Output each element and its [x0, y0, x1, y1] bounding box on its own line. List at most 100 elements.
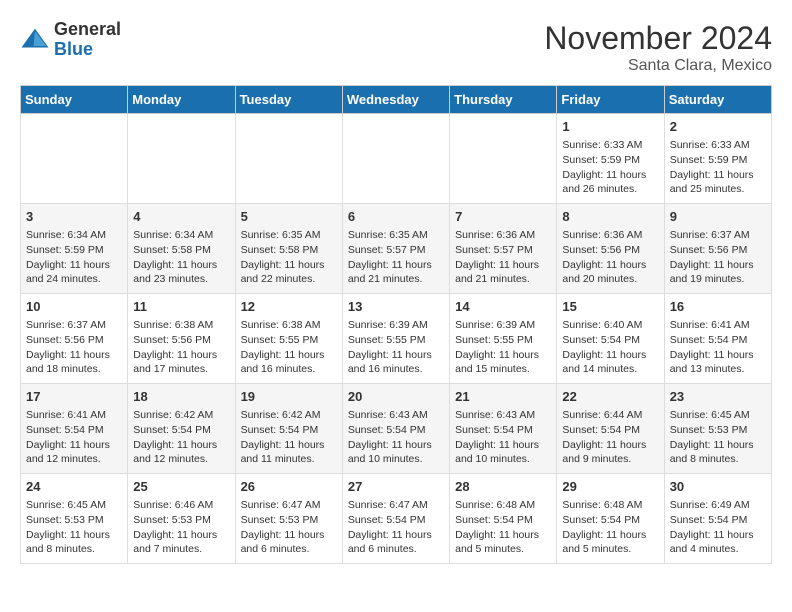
calendar-cell: 14Sunrise: 6:39 AMSunset: 5:55 PMDayligh…: [450, 294, 557, 384]
day-info: Sunrise: 6:46 AMSunset: 5:53 PMDaylight:…: [133, 499, 217, 555]
day-number: 8: [562, 208, 658, 226]
day-info: Sunrise: 6:44 AMSunset: 5:54 PMDaylight:…: [562, 409, 646, 465]
day-number: 9: [670, 208, 766, 226]
day-info: Sunrise: 6:37 AMSunset: 5:56 PMDaylight:…: [670, 229, 754, 285]
day-info: Sunrise: 6:43 AMSunset: 5:54 PMDaylight:…: [455, 409, 539, 465]
day-number: 1: [562, 118, 658, 136]
weekday-header-monday: Monday: [128, 86, 235, 114]
calendar-week-5: 24Sunrise: 6:45 AMSunset: 5:53 PMDayligh…: [21, 474, 772, 564]
calendar-week-2: 3 Sunrise: 6:34 AMSunset: 5:59 PMDaylight…: [21, 204, 772, 294]
calendar-cell: 9 Sunrise: 6:37 AMSunset: 5:56 PMDaylight…: [664, 204, 771, 294]
day-number: 26: [241, 478, 337, 496]
day-number: 10: [26, 298, 122, 316]
day-number: 19: [241, 388, 337, 406]
day-info: Sunrise: 6:34 AMSunset: 5:59 PMDaylight:…: [26, 229, 110, 285]
calendar-cell: 23 Sunrise: 6:45 AMSunset: 5:53 PMDayligh…: [664, 384, 771, 474]
title-block: November 2024 Santa Clara, Mexico: [544, 20, 772, 75]
day-number: 30: [670, 478, 766, 496]
day-info: Sunrise: 6:41 AMSunset: 5:54 PMDaylight:…: [670, 319, 754, 375]
day-info: Sunrise: 6:47 AMSunset: 5:53 PMDaylight:…: [241, 499, 325, 555]
day-info: Sunrise: 6:42 AMSunset: 5:54 PMDaylight:…: [241, 409, 325, 465]
day-info: Sunrise: 6:41 AMSunset: 5:54 PMDaylight:…: [26, 409, 110, 465]
calendar-cell: 4Sunrise: 6:34 AMSunset: 5:58 PMDaylight…: [128, 204, 235, 294]
calendar-cell: 19 Sunrise: 6:42 AMSunset: 5:54 PMDayligh…: [235, 384, 342, 474]
day-number: 18: [133, 388, 229, 406]
day-info: Sunrise: 6:48 AMSunset: 5:54 PMDaylight:…: [455, 499, 539, 555]
day-info: Sunrise: 6:37 AMSunset: 5:56 PMDaylight:…: [26, 319, 110, 375]
calendar-cell: [235, 114, 342, 204]
calendar-cell: 21 Sunrise: 6:43 AMSunset: 5:54 PMDayligh…: [450, 384, 557, 474]
day-info: Sunrise: 6:43 AMSunset: 5:54 PMDaylight:…: [348, 409, 432, 465]
day-number: 13: [348, 298, 444, 316]
calendar-cell: 29Sunrise: 6:48 AMSunset: 5:54 PMDayligh…: [557, 474, 664, 564]
weekday-header-saturday: Saturday: [664, 86, 771, 114]
day-info: Sunrise: 6:49 AMSunset: 5:54 PMDaylight:…: [670, 499, 754, 555]
day-number: 28: [455, 478, 551, 496]
calendar-cell: [21, 114, 128, 204]
calendar-header: SundayMondayTuesdayWednesdayThursdayFrid…: [21, 86, 772, 114]
calendar-cell: 7Sunrise: 6:36 AMSunset: 5:57 PMDaylight…: [450, 204, 557, 294]
day-info: Sunrise: 6:33 AMSunset: 5:59 PMDaylight:…: [562, 139, 646, 195]
day-number: 11: [133, 298, 229, 316]
day-info: Sunrise: 6:36 AMSunset: 5:56 PMDaylight:…: [562, 229, 646, 285]
calendar-cell: 11Sunrise: 6:38 AMSunset: 5:56 PMDayligh…: [128, 294, 235, 384]
calendar-table: SundayMondayTuesdayWednesdayThursdayFrid…: [20, 85, 772, 564]
day-info: Sunrise: 6:40 AMSunset: 5:54 PMDaylight:…: [562, 319, 646, 375]
calendar-cell: 15 Sunrise: 6:40 AMSunset: 5:54 PMDayligh…: [557, 294, 664, 384]
day-info: Sunrise: 6:47 AMSunset: 5:54 PMDaylight:…: [348, 499, 432, 555]
day-info: Sunrise: 6:35 AMSunset: 5:57 PMDaylight:…: [348, 229, 432, 285]
day-number: 12: [241, 298, 337, 316]
day-info: Sunrise: 6:42 AMSunset: 5:54 PMDaylight:…: [133, 409, 217, 465]
weekday-header-thursday: Thursday: [450, 86, 557, 114]
logo-blue-text: Blue: [54, 40, 121, 60]
day-number: 17: [26, 388, 122, 406]
calendar-cell: 8 Sunrise: 6:36 AMSunset: 5:56 PMDaylight…: [557, 204, 664, 294]
weekday-header-tuesday: Tuesday: [235, 86, 342, 114]
day-number: 3: [26, 208, 122, 226]
calendar-cell: 10 Sunrise: 6:37 AMSunset: 5:56 PMDayligh…: [21, 294, 128, 384]
calendar-cell: 5Sunrise: 6:35 AMSunset: 5:58 PMDaylight…: [235, 204, 342, 294]
day-number: 5: [241, 208, 337, 226]
day-number: 25: [133, 478, 229, 496]
day-number: 15: [562, 298, 658, 316]
day-info: Sunrise: 6:39 AMSunset: 5:55 PMDaylight:…: [348, 319, 432, 375]
logo-general-text: General: [54, 20, 121, 40]
weekday-header-sunday: Sunday: [21, 86, 128, 114]
weekday-header-row: SundayMondayTuesdayWednesdayThursdayFrid…: [21, 86, 772, 114]
calendar-cell: 18 Sunrise: 6:42 AMSunset: 5:54 PMDayligh…: [128, 384, 235, 474]
location-subtitle: Santa Clara, Mexico: [544, 57, 772, 75]
calendar-cell: 12Sunrise: 6:38 AMSunset: 5:55 PMDayligh…: [235, 294, 342, 384]
day-info: Sunrise: 6:45 AMSunset: 5:53 PMDaylight:…: [670, 409, 754, 465]
calendar-cell: 26 Sunrise: 6:47 AMSunset: 5:53 PMDayligh…: [235, 474, 342, 564]
calendar-week-1: 1 Sunrise: 6:33 AMSunset: 5:59 PMDaylight…: [21, 114, 772, 204]
day-info: Sunrise: 6:39 AMSunset: 5:55 PMDaylight:…: [455, 319, 539, 375]
day-number: 23: [670, 388, 766, 406]
calendar-cell: 22 Sunrise: 6:44 AMSunset: 5:54 PMDayligh…: [557, 384, 664, 474]
calendar-cell: 3 Sunrise: 6:34 AMSunset: 5:59 PMDaylight…: [21, 204, 128, 294]
logo-icon: [20, 25, 50, 55]
calendar-cell: [342, 114, 449, 204]
day-number: 21: [455, 388, 551, 406]
calendar-cell: 16Sunrise: 6:41 AMSunset: 5:54 PMDayligh…: [664, 294, 771, 384]
calendar-cell: 1 Sunrise: 6:33 AMSunset: 5:59 PMDaylight…: [557, 114, 664, 204]
day-number: 7: [455, 208, 551, 226]
page-header: General Blue November 2024 Santa Clara, …: [20, 20, 772, 75]
day-number: 22: [562, 388, 658, 406]
day-number: 24: [26, 478, 122, 496]
day-info: Sunrise: 6:33 AMSunset: 5:59 PMDaylight:…: [670, 139, 754, 195]
calendar-cell: 24Sunrise: 6:45 AMSunset: 5:53 PMDayligh…: [21, 474, 128, 564]
day-info: Sunrise: 6:48 AMSunset: 5:54 PMDaylight:…: [562, 499, 646, 555]
logo-text: General Blue: [54, 20, 121, 60]
calendar-cell: 17 Sunrise: 6:41 AMSunset: 5:54 PMDayligh…: [21, 384, 128, 474]
calendar-cell: [128, 114, 235, 204]
calendar-cell: 28 Sunrise: 6:48 AMSunset: 5:54 PMDayligh…: [450, 474, 557, 564]
calendar-cell: 6Sunrise: 6:35 AMSunset: 5:57 PMDaylight…: [342, 204, 449, 294]
calendar-cell: 30 Sunrise: 6:49 AMSunset: 5:54 PMDayligh…: [664, 474, 771, 564]
day-number: 20: [348, 388, 444, 406]
logo: General Blue: [20, 20, 121, 60]
day-number: 27: [348, 478, 444, 496]
month-title: November 2024: [544, 20, 772, 57]
day-info: Sunrise: 6:34 AMSunset: 5:58 PMDaylight:…: [133, 229, 217, 285]
weekday-header-friday: Friday: [557, 86, 664, 114]
calendar-cell: [450, 114, 557, 204]
